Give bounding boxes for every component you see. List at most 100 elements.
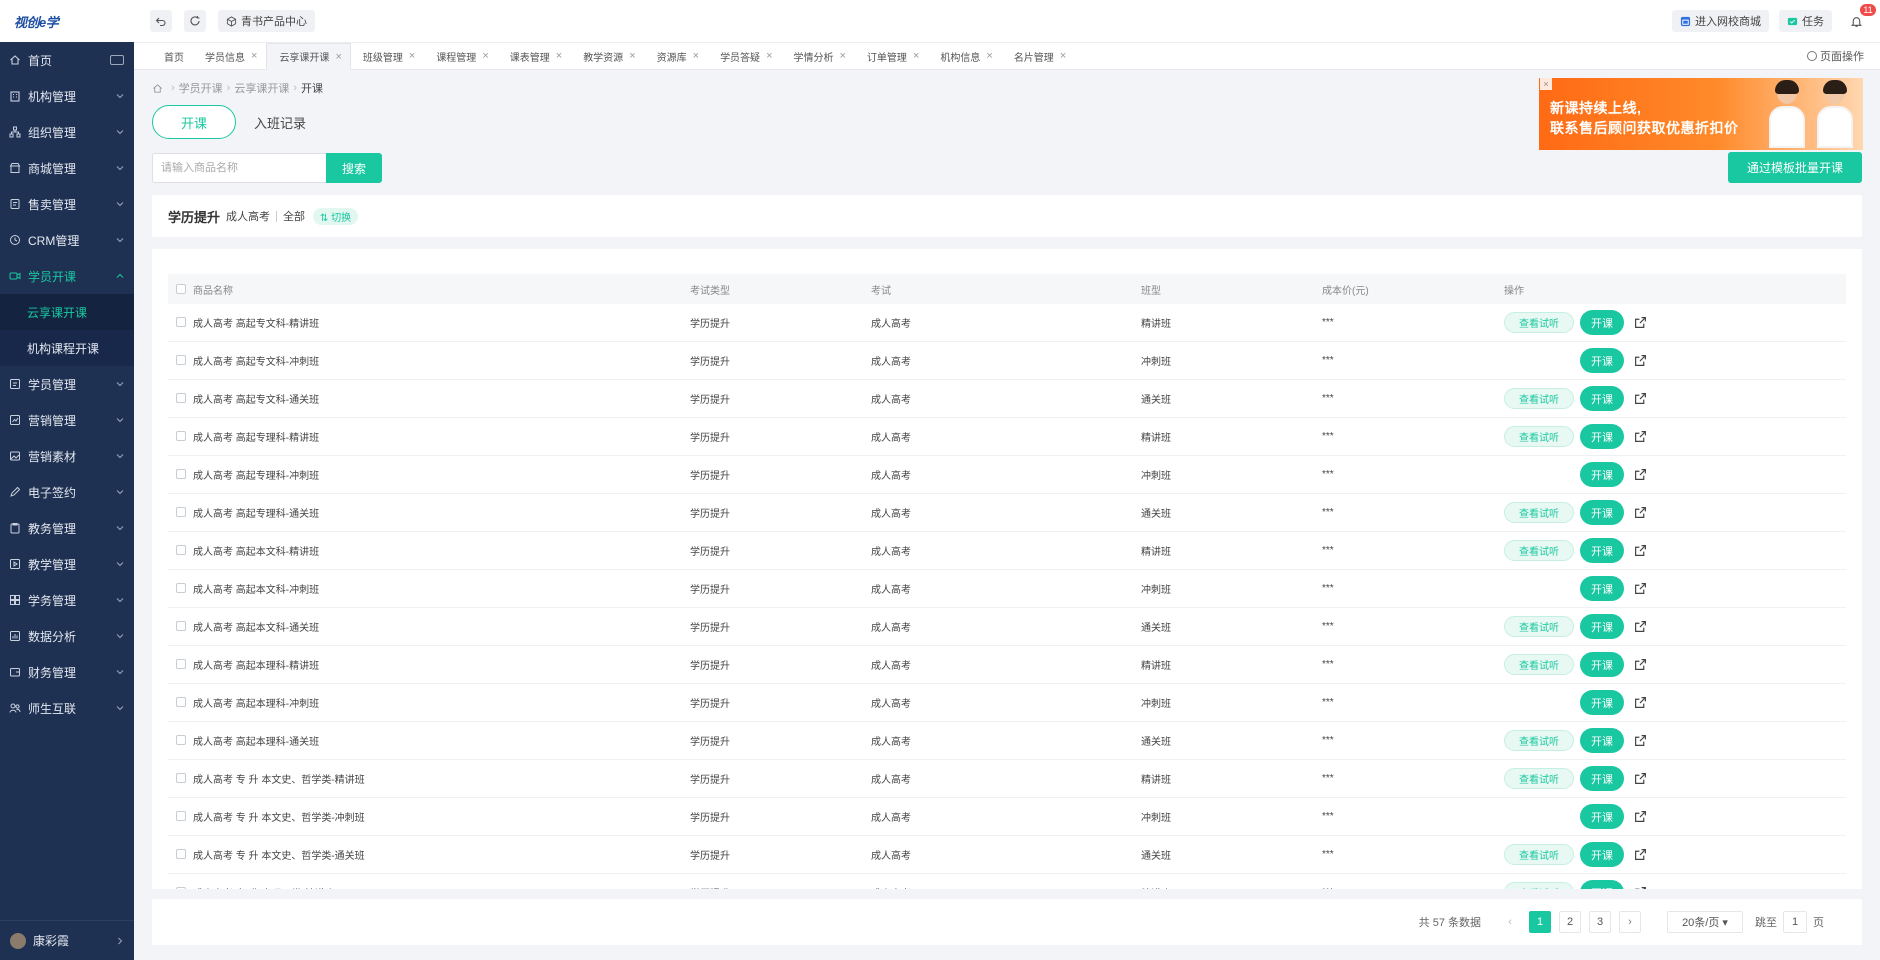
close-icon[interactable]: × [913,50,919,62]
external-link-icon[interactable] [1634,696,1647,709]
tab-resource-library[interactable]: 资源库 × [645,43,708,69]
view-trial-button[interactable]: 查看试听 [1504,312,1574,333]
row-checkbox[interactable] [176,431,186,442]
sidebar-item-structure[interactable]: 组织管理 [0,114,134,150]
external-link-icon[interactable] [1634,544,1647,557]
notification-button[interactable]: 11 [1844,4,1876,32]
external-link-icon[interactable] [1634,772,1647,785]
tab-org-info[interactable]: 机构信息 × [928,43,1001,69]
open-course-button[interactable]: 开课 [1580,386,1624,411]
row-checkbox[interactable] [176,887,186,889]
open-course-button[interactable]: 开课 [1580,804,1624,829]
close-icon[interactable]: × [986,50,992,62]
row-checkbox[interactable] [176,317,186,328]
tab-home[interactable]: 首页 [152,43,193,69]
sidebar-item-teaching[interactable]: 教学管理 [0,546,134,582]
back-button[interactable] [150,10,172,32]
shop-entry-button[interactable]: 进入网校商城 [1672,10,1769,32]
tab-order-mgmt[interactable]: 订单管理 × [855,43,928,69]
row-checkbox[interactable] [176,811,186,822]
row-checkbox[interactable] [176,735,186,746]
prev-page-button[interactable]: ‹ [1499,911,1521,933]
product-center-button[interactable]: 青书产品中心 [218,10,315,32]
row-checkbox[interactable] [176,621,186,632]
close-icon[interactable]: × [766,50,772,62]
open-course-button[interactable]: 开课 [1580,766,1624,791]
external-link-icon[interactable] [1634,430,1647,443]
tab-open-course[interactable]: 开课 [152,105,236,139]
collapse-icon[interactable] [110,55,124,65]
home-icon[interactable] [152,83,163,94]
page-operations-button[interactable]: 页面操作 [1807,48,1864,64]
row-checkbox[interactable] [176,659,186,670]
tab-course-mgmt[interactable]: 课程管理 × [424,43,497,69]
user-profile[interactable]: 康彩霞 [0,920,134,960]
open-course-button[interactable]: 开课 [1580,500,1624,525]
row-checkbox[interactable] [176,469,186,480]
sidebar-item-academic[interactable]: 教务管理 [0,510,134,546]
close-icon[interactable]: × [251,50,257,62]
close-icon[interactable]: × [409,50,415,62]
view-trial-button[interactable]: 查看试听 [1504,388,1574,409]
sidebar-item-student-course[interactable]: 学员开课 [0,258,134,294]
external-link-icon[interactable] [1634,506,1647,519]
open-course-button[interactable]: 开课 [1580,462,1624,487]
view-trial-button[interactable]: 查看试听 [1504,882,1574,889]
tab-class-mgmt[interactable]: 班级管理 × [351,43,424,69]
open-course-button[interactable]: 开课 [1580,538,1624,563]
sidebar-item-mall[interactable]: 商城管理 [0,150,134,186]
breadcrumb-level2[interactable]: 云享课开课 [234,80,289,96]
external-link-icon[interactable] [1634,468,1647,481]
close-icon[interactable]: × [629,50,635,62]
external-link-icon[interactable] [1634,620,1647,633]
open-course-button[interactable]: 开课 [1580,728,1624,753]
view-trial-button[interactable]: 查看试听 [1504,616,1574,637]
view-trial-button[interactable]: 查看试听 [1504,502,1574,523]
external-link-icon[interactable] [1634,658,1647,671]
external-link-icon[interactable] [1634,354,1647,367]
page-3-button[interactable]: 3 [1589,911,1611,933]
page-size-select[interactable]: 20条/页 ▾ [1667,911,1743,933]
sidebar-subitem-org-course[interactable]: 机构课程开课 [0,330,134,366]
sidebar-subitem-cloud-course[interactable]: 云享课开课 [0,294,134,330]
sidebar-item-org-mgmt[interactable]: 机构管理 [0,78,134,114]
view-trial-button[interactable]: 查看试听 [1504,540,1574,561]
close-icon[interactable]: × [1060,50,1066,62]
view-trial-button[interactable]: 查看试听 [1504,844,1574,865]
row-checkbox[interactable] [176,393,186,404]
view-trial-button[interactable]: 查看试听 [1504,768,1574,789]
tab-card-mgmt[interactable]: 名片管理 × [1002,43,1075,69]
tab-student-qa[interactable]: 学员答疑 × [708,43,781,69]
view-trial-button[interactable]: 查看试听 [1504,654,1574,675]
tab-enrollment-records[interactable]: 入班记录 [254,113,306,132]
sidebar-item-crm[interactable]: CRM管理 [0,222,134,258]
row-checkbox[interactable] [176,697,186,708]
external-link-icon[interactable] [1634,810,1647,823]
page-1-button[interactable]: 1 [1529,911,1551,933]
external-link-icon[interactable] [1634,392,1647,405]
sidebar-item-students[interactable]: 学员管理 [0,366,134,402]
next-page-button[interactable]: › [1619,911,1641,933]
tab-schedule-mgmt[interactable]: 课表管理 × [498,43,571,69]
sidebar-item-interaction[interactable]: 师生互联 [0,690,134,726]
page-2-button[interactable]: 2 [1559,911,1581,933]
sidebar-item-esign[interactable]: 电子签约 [0,474,134,510]
sidebar-item-sales[interactable]: 售卖管理 [0,186,134,222]
external-link-icon[interactable] [1634,582,1647,595]
logo[interactable]: 视创e学 [0,0,134,42]
sidebar-item-marketing[interactable]: 营销管理 [0,402,134,438]
row-checkbox[interactable] [176,507,186,518]
close-icon[interactable]: × [840,50,846,62]
open-course-button[interactable]: 开课 [1580,690,1624,715]
external-link-icon[interactable] [1634,734,1647,747]
sidebar-item-home[interactable]: 首页 [0,42,134,78]
sidebar-item-analytics[interactable]: 数据分析 [0,618,134,654]
tab-teaching-resources[interactable]: 教学资源 × [571,43,644,69]
sidebar-item-affairs[interactable]: 学务管理 [0,582,134,618]
row-checkbox[interactable] [176,583,186,594]
tasks-button[interactable]: 任务 [1779,10,1832,32]
open-course-button[interactable]: 开课 [1580,310,1624,335]
close-icon[interactable]: × [482,50,488,62]
select-all-checkbox[interactable] [176,283,186,294]
open-course-button[interactable]: 开课 [1580,424,1624,449]
